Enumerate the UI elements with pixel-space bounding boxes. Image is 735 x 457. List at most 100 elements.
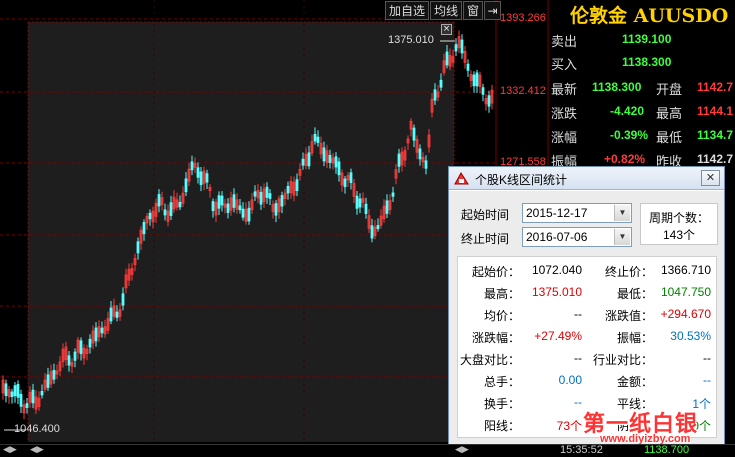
stat-label: 行业对比： [592, 353, 653, 367]
candle-body [52, 369, 56, 380]
open-label: 开盘 [656, 83, 683, 98]
candle-body [334, 156, 338, 168]
stat-label: 最高： [483, 287, 520, 301]
candle-body [481, 87, 485, 95]
low-price-note: 1046.400 [14, 423, 60, 435]
high-price-note: 1375.010 [388, 34, 434, 46]
dialog-title: 个股K线区间统计 [475, 173, 568, 187]
stat-value: -- [703, 351, 711, 365]
latest-label: 最新 [551, 83, 578, 98]
stat-label: 涨跌值： [604, 309, 653, 323]
ma-line-button[interactable]: 均线 [430, 1, 463, 20]
sell-value: 1139.100 [622, 32, 672, 46]
candle-body [211, 201, 215, 212]
stat-label: 起始价： [471, 265, 520, 279]
candle-body [184, 178, 188, 193]
candle-body [475, 72, 479, 87]
status-time: 15:35:52 [560, 444, 603, 456]
candle-body [148, 212, 152, 220]
stat-value: 1366.710 [660, 263, 711, 277]
period-count-box: 周期个数： 143个 [640, 203, 718, 245]
candle-body [376, 225, 380, 230]
candle-body [295, 179, 299, 192]
close-button[interactable]: ✕ [701, 170, 720, 186]
buy-value: 1138.300 [622, 55, 672, 69]
candle-body [433, 89, 437, 101]
candle-body [259, 191, 263, 205]
stat-label: 金额： [616, 375, 653, 389]
start-time-select[interactable]: 2015-12-17 ▼ [522, 203, 632, 223]
latest-value: 1138.300 [592, 80, 642, 94]
scroll-right-icon[interactable]: ◀▶ [30, 445, 44, 455]
candle-body [370, 225, 374, 239]
pct-label: 涨幅 [551, 131, 578, 146]
candle-body [232, 194, 236, 208]
candle-body [328, 154, 332, 163]
candle-body [268, 193, 272, 199]
stat-value: 73个 [556, 419, 582, 433]
high-label: 最高 [656, 107, 683, 122]
candle-body [190, 161, 194, 171]
zoom-icon[interactable]: ◀▶ [455, 445, 469, 455]
candle-body [466, 63, 470, 71]
change-value: -4.420 [610, 104, 645, 118]
stat-label: 均价： [483, 309, 520, 323]
range-stats-dialog: 个股K线区间统计 ✕ 起始时间 2015-12-17 ▼ 终止时间 2016-0… [448, 166, 725, 445]
candle-body [265, 186, 269, 198]
sell-label: 卖出 [551, 35, 578, 50]
quote-title: 伦敦金 AUUSDO [570, 5, 729, 27]
candle-body [169, 202, 173, 216]
candle-body [67, 355, 71, 366]
price-axis-label: 1393.266 [500, 12, 546, 24]
candle-body [274, 203, 278, 216]
candle-body [349, 172, 353, 184]
candle-body [25, 403, 29, 409]
stat-value: -- [574, 351, 582, 365]
stat-label: 阳线： [483, 419, 520, 433]
candle-body [454, 44, 458, 52]
candle-body [412, 127, 416, 141]
candle-body [307, 152, 311, 167]
selection-close-icon[interactable]: × [441, 24, 452, 35]
stat-label: 终止价： [604, 265, 653, 279]
stat-label: 涨跌幅： [471, 331, 520, 345]
candle-body [196, 167, 200, 178]
period-count-value: 143个 [662, 228, 696, 242]
end-time-select[interactable]: 2016-07-06 ▼ [522, 227, 632, 247]
candle-body [391, 192, 395, 197]
stat-label: 最低： [616, 287, 653, 301]
change-label: 涨跌 [551, 107, 578, 122]
candle-body [205, 173, 209, 183]
stat-value: 0.00 [558, 373, 582, 387]
candle-body [316, 136, 320, 143]
candle-body [121, 293, 125, 306]
window-button[interactable]: 窗 [463, 1, 484, 20]
stat-value: 1047.750 [660, 285, 711, 299]
dialog-titlebar[interactable]: 个股K线区间统计 ✕ [449, 167, 724, 190]
stat-value: +294.670 [660, 307, 711, 321]
pct-value: -0.39% [610, 128, 649, 142]
candle-body [385, 200, 389, 214]
candle-body [238, 205, 242, 211]
chevron-down-icon[interactable]: ▼ [614, 205, 630, 221]
amp-value: +0.82% [604, 152, 646, 166]
candle-body [424, 160, 428, 169]
candle-body [445, 51, 449, 66]
stat-label: 大盘对比： [459, 353, 520, 367]
candle-body [88, 338, 92, 348]
candle-body [10, 391, 14, 398]
chart-scrollbar[interactable]: ◀▶ ◀▶ ◀▶ [0, 444, 735, 457]
add-watchlist-button[interactable]: 加自选 [385, 1, 430, 20]
candle-body [217, 195, 221, 209]
candle-body [280, 195, 284, 207]
end-time-value: 2016-07-06 [526, 230, 588, 244]
collapse-arrow-icon[interactable]: ⇥ [484, 1, 502, 20]
start-time-value: 2015-12-17 [526, 206, 588, 220]
price-axis-label: 1332.412 [500, 85, 546, 97]
candle-body [4, 383, 8, 396]
stat-value: 30.53% [670, 329, 711, 343]
low-value: 1134.7 [697, 128, 734, 142]
scroll-left-icon[interactable]: ◀▶ [3, 445, 17, 455]
stat-label: 振幅： [616, 331, 653, 345]
chevron-down-icon[interactable]: ▼ [614, 229, 630, 245]
